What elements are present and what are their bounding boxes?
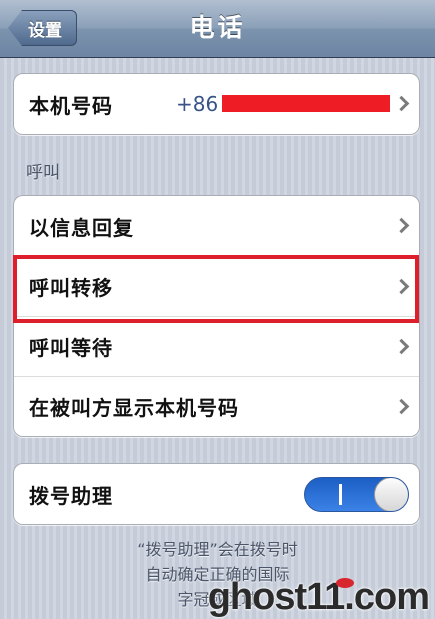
- watermark-logo-icon: [335, 578, 354, 588]
- my-number-group: 本机号码 +86: [13, 73, 420, 135]
- list-item-label: 以信息回复: [29, 215, 134, 240]
- my-number-value: +86: [176, 92, 219, 116]
- list-item-call-waiting[interactable]: 呼叫等待: [14, 316, 419, 376]
- my-number-row[interactable]: 本机号码 +86: [14, 74, 419, 134]
- dial-assist-toggle[interactable]: [304, 477, 409, 512]
- chevron-right-icon: [393, 95, 410, 112]
- toggle-on-indicator-icon: [339, 484, 342, 505]
- list-item-reply-with-message[interactable]: 以信息回复: [14, 196, 419, 256]
- list-item-label: 呼叫等待: [29, 336, 113, 360]
- navigation-bar: 设置 电话: [0, 0, 435, 58]
- watermark-text: ghost11.com: [207, 576, 430, 618]
- toggle-knob[interactable]: [374, 478, 408, 511]
- list-item-label: 在被叫方显示本机号码: [29, 396, 239, 420]
- page-title: 电话: [189, 13, 246, 42]
- dial-assist-label: 拨号助理: [29, 483, 113, 508]
- dial-assist-group: 拨号助理: [13, 463, 420, 525]
- dial-assist-row: 拨号助理: [14, 464, 419, 524]
- chevron-right-icon: [393, 338, 410, 354]
- chevron-right-icon: [393, 217, 410, 234]
- highlight-annotation: [13, 255, 419, 323]
- section-header-calls: 呼叫: [26, 163, 60, 183]
- watermark: ghost11.com: [207, 576, 430, 618]
- list-item-show-caller-id[interactable]: 在被叫方显示本机号码: [14, 376, 419, 436]
- chevron-right-icon: [393, 398, 410, 414]
- my-number-label: 本机号码: [29, 93, 113, 118]
- footer-line: “拨号助理”会在拨号时: [137, 540, 298, 559]
- redaction-bar: [222, 95, 390, 112]
